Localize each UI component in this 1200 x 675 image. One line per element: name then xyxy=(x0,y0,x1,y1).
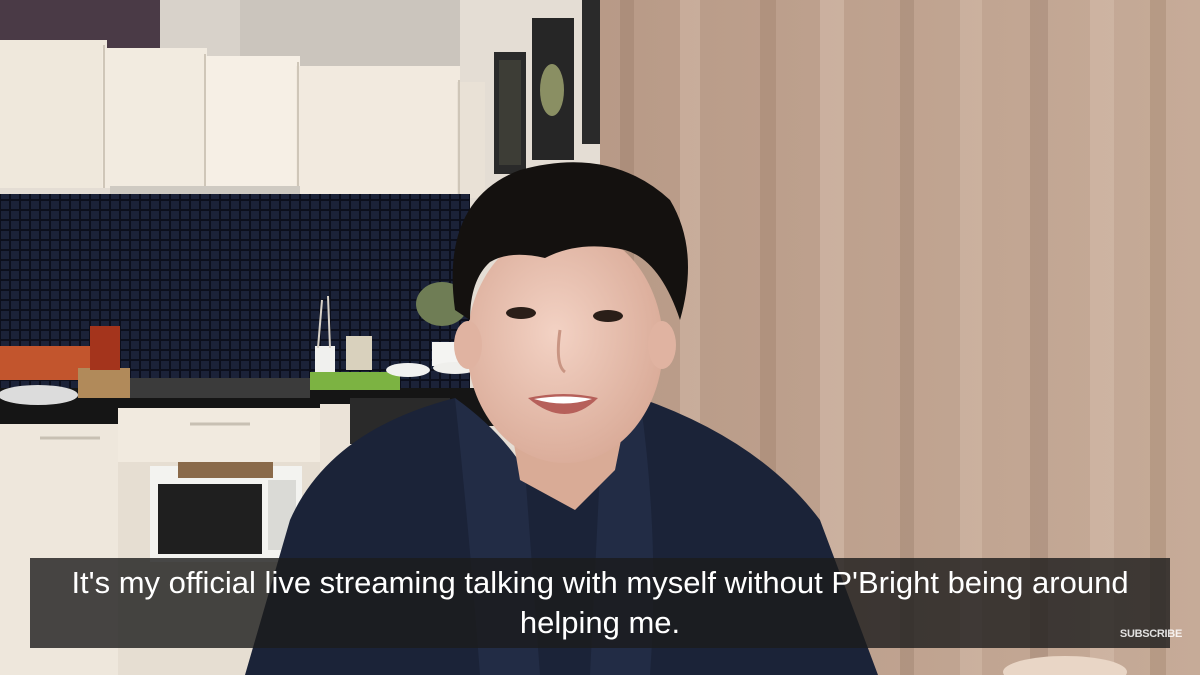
caption-box: It's my official live streaming talking … xyxy=(30,558,1170,648)
microwave xyxy=(150,462,302,562)
caption-line-2: helping me. xyxy=(519,605,681,640)
subscribe-watermark[interactable]: SUBSCRIBE xyxy=(1120,628,1182,640)
video-frame[interactable]: It's my official live streaming talking … xyxy=(0,0,1200,675)
caption-line-1: It's my official live streaming talking … xyxy=(71,565,1129,600)
